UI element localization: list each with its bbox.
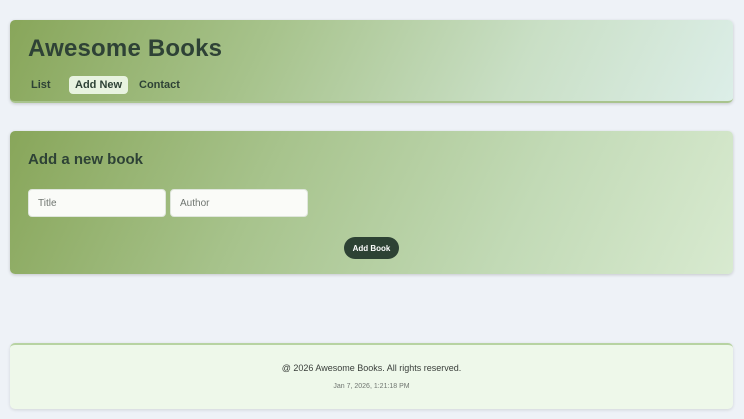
site-footer: @ 2026 Awesome Books. All rights reserve… [10, 343, 733, 409]
title-input[interactable] [28, 189, 166, 217]
date-time: Jan 7, 2026, 1:21:18 PM [333, 383, 410, 390]
copyright-text: @ 2026 Awesome Books. All rights reserve… [281, 363, 462, 373]
nav-link-add-new[interactable]: Add New [69, 76, 129, 94]
brand-title: Awesome Books [28, 35, 223, 62]
author-input[interactable] [170, 189, 308, 217]
nav-link-contact[interactable]: Contact [133, 76, 186, 94]
site-header: Awesome Books List Add New Contact [10, 20, 733, 103]
add-book-section: Add a new book Add Book [10, 131, 733, 274]
nav-link-list[interactable]: List [25, 76, 57, 94]
section-title: Add a new book [28, 151, 144, 168]
add-book-button[interactable]: Add Book [344, 237, 399, 259]
